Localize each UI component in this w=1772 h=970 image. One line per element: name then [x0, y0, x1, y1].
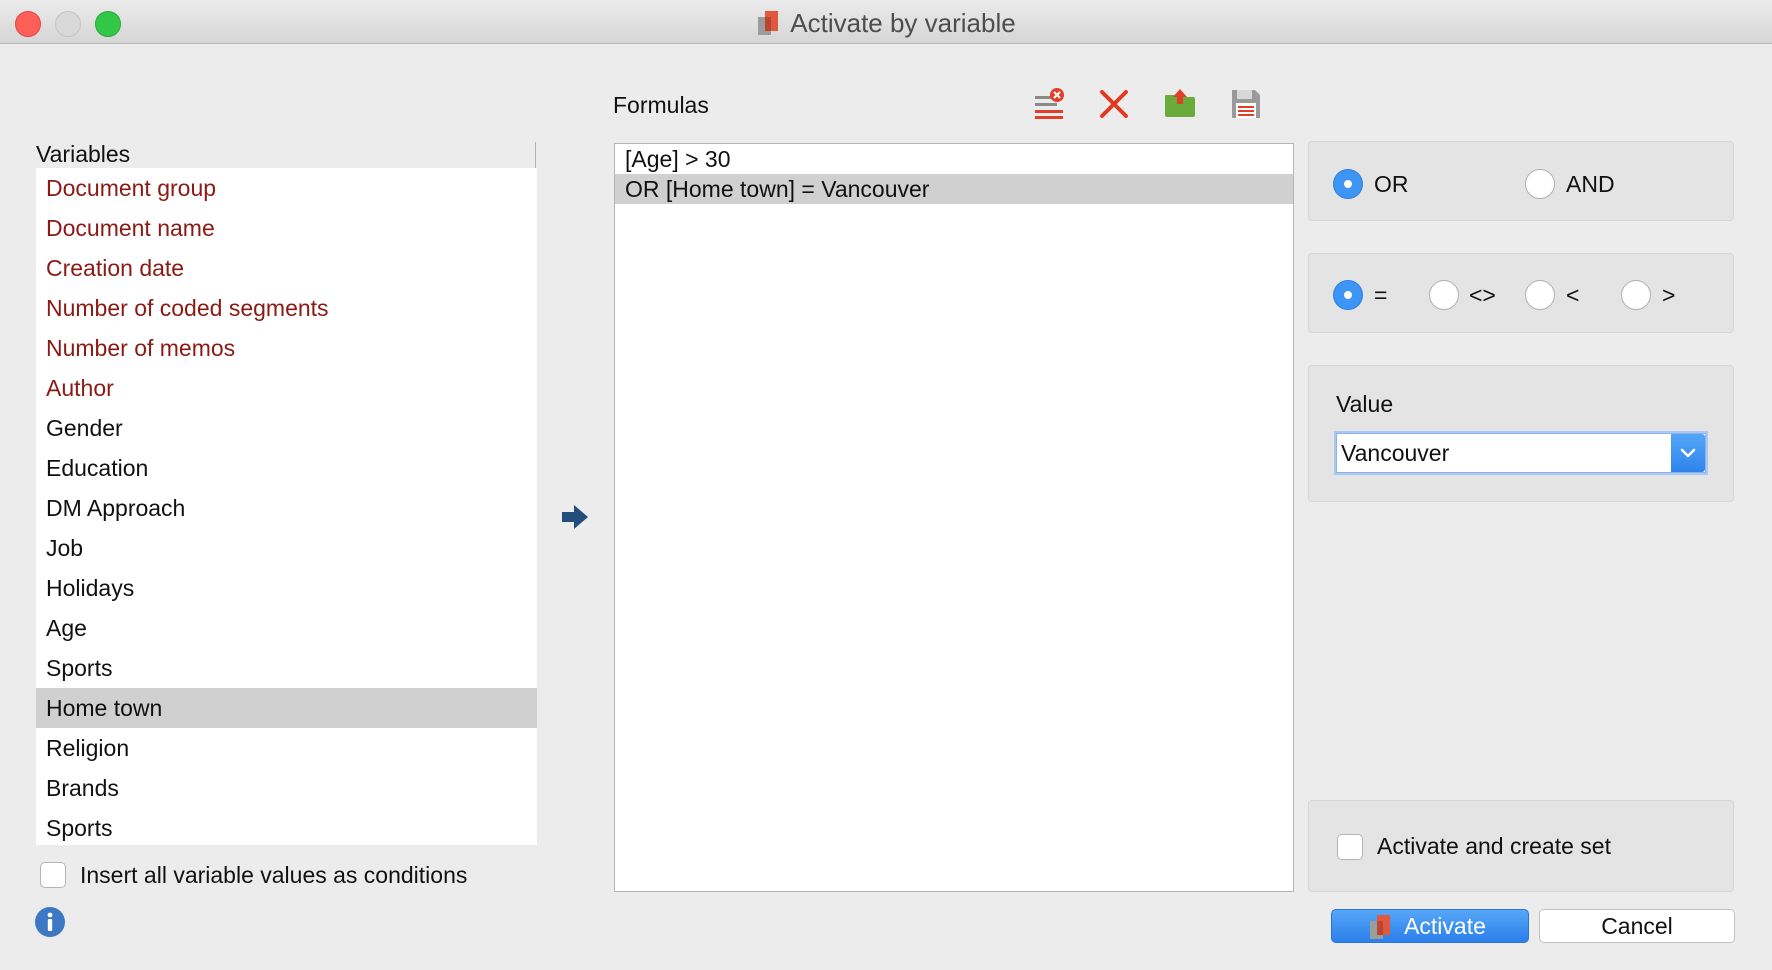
variable-item[interactable]: Document group	[36, 168, 537, 208]
variable-item[interactable]: Holidays	[36, 568, 537, 608]
value-combobox[interactable]	[1336, 433, 1706, 473]
less-than-radio[interactable]	[1525, 280, 1555, 310]
value-label: Value	[1336, 391, 1394, 417]
operator-panel: = <> < >	[1308, 253, 1734, 333]
load-formula-icon[interactable]	[1163, 87, 1197, 121]
variables-column-header[interactable]: Variables	[36, 140, 536, 168]
create-set-checkbox[interactable]	[1337, 833, 1363, 860]
create-set-option[interactable]: Activate and create set	[1337, 833, 1611, 860]
insert-all-values-checkbox[interactable]	[40, 862, 66, 888]
formulas-label: Formulas	[613, 92, 709, 118]
activate-icon	[1370, 915, 1390, 939]
column-separator	[535, 142, 536, 168]
insert-all-values-option[interactable]: Insert all variable values as conditions	[40, 860, 467, 890]
value-panel: Value	[1308, 365, 1734, 502]
app-logo-icon	[758, 11, 779, 36]
variable-item[interactable]: Author	[36, 368, 537, 408]
variable-item[interactable]: Job	[36, 528, 537, 568]
logic-panel: OR AND	[1308, 141, 1734, 221]
clear-list-icon[interactable]	[1032, 87, 1066, 121]
value-input[interactable]	[1337, 434, 1671, 472]
variable-item[interactable]: Brands	[36, 768, 537, 808]
variable-item[interactable]: Document name	[36, 208, 537, 248]
dialog-window: Activate by variable Variables Document …	[0, 0, 1772, 970]
not-equal-label: <>	[1469, 282, 1496, 308]
variable-item[interactable]: Sports	[36, 808, 537, 845]
less-than-label: <	[1566, 282, 1580, 308]
window-title: Activate by variable	[790, 8, 1016, 38]
variables-list[interactable]: Document group Document name Creation date…	[36, 168, 537, 845]
variable-item[interactable]: Sports	[36, 648, 537, 688]
formula-item[interactable]: OR [Home town] = Vancouver	[615, 174, 1293, 204]
variable-item[interactable]: Gender	[36, 408, 537, 448]
variable-item[interactable]: Number of coded segments	[36, 288, 537, 328]
variable-item[interactable]: Number of memos	[36, 328, 537, 368]
variable-item[interactable]: DM Approach	[36, 488, 537, 528]
delete-icon[interactable]	[1097, 87, 1131, 121]
cancel-button[interactable]: Cancel	[1539, 909, 1735, 943]
window-title-area: Activate by variable	[0, 6, 1772, 40]
value-dropdown-button[interactable]	[1671, 434, 1705, 472]
variable-item[interactable]: Education	[36, 448, 537, 488]
variable-item[interactable]: Creation date	[36, 248, 537, 288]
greater-than-radio[interactable]	[1621, 280, 1651, 310]
cancel-label: Cancel	[1601, 913, 1673, 939]
variable-item[interactable]: Religion	[36, 728, 537, 768]
variables-header-label: Variables	[36, 141, 131, 167]
activate-button[interactable]: Activate	[1331, 909, 1529, 943]
equals-radio[interactable]	[1333, 280, 1363, 310]
variable-item[interactable]: Home town	[36, 688, 537, 728]
or-radio[interactable]	[1333, 169, 1363, 199]
save-formula-icon[interactable]	[1229, 87, 1263, 121]
chevron-down-icon	[1680, 448, 1696, 458]
info-icon[interactable]	[34, 906, 66, 938]
formula-item[interactable]: [Age] > 30	[615, 144, 1293, 174]
formulas-list[interactable]: [Age] > 30 OR [Home town] = Vancouver	[614, 143, 1294, 892]
add-condition-arrow-icon[interactable]	[560, 503, 590, 531]
or-label: OR	[1374, 171, 1409, 197]
title-bar: Activate by variable	[0, 0, 1772, 44]
and-label: AND	[1566, 171, 1615, 197]
not-equal-radio[interactable]	[1429, 280, 1459, 310]
create-set-label: Activate and create set	[1377, 833, 1611, 859]
equals-label: =	[1374, 282, 1388, 308]
variable-item[interactable]: Age	[36, 608, 537, 648]
create-set-panel: Activate and create set	[1308, 800, 1734, 892]
and-radio[interactable]	[1525, 169, 1555, 199]
insert-all-values-label: Insert all variable values as conditions	[80, 861, 468, 888]
greater-than-label: >	[1662, 282, 1676, 308]
